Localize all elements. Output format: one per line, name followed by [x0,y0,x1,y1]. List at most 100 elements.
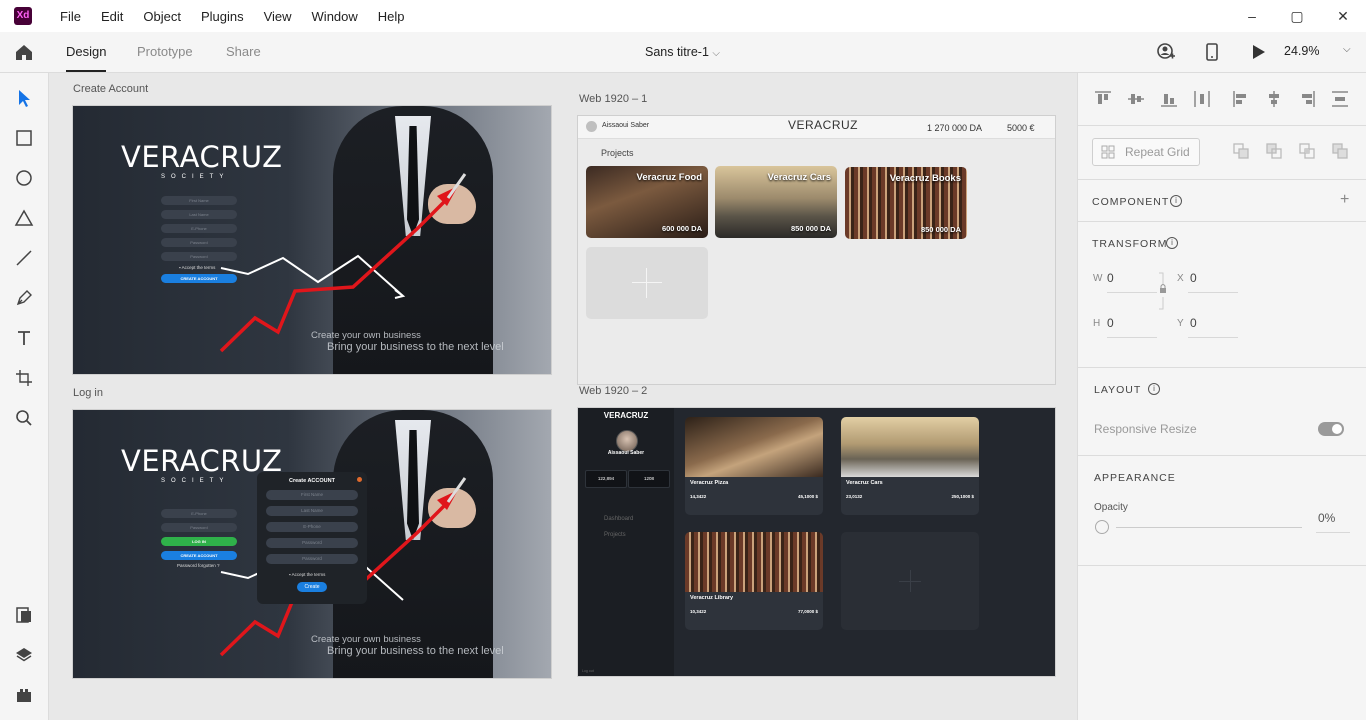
phone-field[interactable]: E-Phone [161,509,237,518]
modal-first-name-field[interactable]: First Name [266,490,358,500]
y-input[interactable]: 0 [1190,316,1197,330]
project-card-food[interactable]: Veracruz Food 600 000 DA [586,166,708,238]
align-left-icon[interactable] [1232,90,1250,108]
lock-aspect-icon[interactable] [1158,271,1168,311]
menu-file[interactable]: File [50,0,91,32]
menu-edit[interactable]: Edit [91,0,133,32]
first-name-field[interactable]: First Name [161,196,237,205]
opacity-slider-track[interactable] [1116,527,1302,528]
phone-field[interactable]: E-Phone [161,224,237,233]
info-icon[interactable]: i [1166,237,1178,249]
pen-icon[interactable] [14,288,34,308]
repeat-grid-button[interactable]: Repeat Grid [1092,138,1200,166]
modal-confirm-password-field[interactable]: Password [266,554,358,564]
accept-terms-checkbox[interactable]: ▪ Accept the terms [179,265,215,270]
artboard-label-web1[interactable]: Web 1920 – 1 [579,93,647,105]
distribute-vertical-icon[interactable] [1331,90,1349,108]
project-card-books[interactable]: Veracruz Books 850 000 DA [845,167,967,239]
artboard-create-account[interactable]: VERACRUZ SOCIETY First Name Last Name E-… [72,105,552,375]
align-right-icon[interactable] [1298,90,1316,108]
tagline-1: Create your own business [311,634,421,645]
device-preview-icon[interactable] [1202,42,1222,62]
dashboard-card-cars[interactable]: Veracruz Cars 23,0132 250,1000 $ [841,417,979,515]
logout-link[interactable]: Log out [582,669,594,673]
maximize-button[interactable]: ▢ [1274,0,1320,32]
document-title[interactable]: Sans titre-1 ⌵ [645,32,720,74]
boolean-intersect-icon[interactable] [1298,142,1316,160]
polygon-icon[interactable] [14,208,34,228]
zoom-icon[interactable] [14,408,34,428]
width-input[interactable]: 0 [1107,271,1114,285]
password-field[interactable]: Password [161,523,237,532]
create-account-button[interactable]: CREATE ACCOUNT [161,551,237,560]
opacity-slider-knob[interactable] [1095,520,1109,534]
menu-window[interactable]: Window [302,0,368,32]
modal-create-button[interactable]: Create [297,582,327,592]
artboard-label-web2[interactable]: Web 1920 – 2 [579,385,647,397]
artboard-log-in[interactable]: VERACRUZ SOCIETY E-Phone Password LOG IN… [72,409,552,679]
text-icon[interactable] [14,328,34,348]
tab-share[interactable]: Share [226,32,261,72]
align-middle-icon[interactable] [1127,90,1145,108]
forgot-password-link[interactable]: Password forgotten ? [177,563,220,568]
menu-view[interactable]: View [254,0,302,32]
dashboard-add-card[interactable] [841,532,979,630]
info-icon[interactable]: i [1148,383,1160,395]
align-bottom-icon[interactable] [1160,90,1178,108]
artboard-label-log-in[interactable]: Log in [73,387,103,399]
close-button[interactable]: ✕ [1320,0,1366,32]
line-icon[interactable] [14,248,34,268]
dashboard-card-library[interactable]: Veracruz Library 10,3422 77,0000 $ [685,532,823,630]
last-name-field[interactable]: Last Name [161,210,237,219]
menu-help[interactable]: Help [368,0,415,32]
dashboard-card-pizza[interactable]: Veracruz Pizza 14,3422 45,1000 $ [685,417,823,515]
boolean-exclude-icon[interactable] [1331,142,1349,160]
tab-prototype[interactable]: Prototype [137,32,193,72]
home-icon[interactable] [14,42,34,62]
canvas[interactable]: Create Account VERACRUZ SOCIETY First Na… [49,73,1077,720]
x-input[interactable]: 0 [1190,271,1197,285]
play-icon[interactable] [1248,42,1268,62]
project-card-cars[interactable]: Veracruz Cars 850 000 DA [715,166,837,238]
distribute-horizontal-icon[interactable] [1193,90,1211,108]
menu-object[interactable]: Object [133,0,191,32]
select-icon[interactable] [14,88,34,108]
create-account-button[interactable]: CREATE ACCOUNT [161,274,237,283]
login-button[interactable]: LOG IN [161,537,237,546]
modal-password-field[interactable]: Password [266,538,358,548]
artboard-web1[interactable]: Aissaoui Saber VERACRUZ 1 270 000 DA 500… [577,115,1056,385]
confirm-password-field[interactable]: Password [161,252,237,261]
card-name: Veracruz Library [690,595,734,601]
assets-icon[interactable] [14,605,34,625]
boolean-subtract-icon[interactable] [1265,142,1283,160]
zoom-chevron-icon[interactable]: ⌵ [1343,44,1351,55]
artboard-icon[interactable] [14,368,34,388]
align-section [1078,73,1366,126]
modal-phone-field[interactable]: E-Phone [266,522,358,532]
zoom-level[interactable]: 24.9% [1284,32,1319,70]
rectangle-icon[interactable] [14,128,34,148]
artboard-label-create-account[interactable]: Create Account [73,83,148,95]
tab-design[interactable]: Design [66,32,107,72]
info-icon[interactable]: i [1170,195,1182,207]
nav-projects[interactable]: Projects [604,532,626,538]
modal-last-name-field[interactable]: Last Name [266,506,358,516]
ellipse-icon[interactable] [14,168,34,188]
minimize-button[interactable]: – [1229,0,1275,32]
nav-dashboard[interactable]: Dashboard [604,516,633,522]
add-project-card[interactable] [586,247,708,319]
height-input[interactable]: 0 [1107,316,1114,330]
password-field[interactable]: Password [161,238,237,247]
plugins-icon[interactable] [14,685,34,705]
opacity-input[interactable]: 0% [1318,511,1335,525]
layers-icon[interactable] [14,645,34,665]
responsive-resize-toggle[interactable] [1318,422,1344,436]
boolean-add-icon[interactable] [1232,142,1250,160]
align-center-icon[interactable] [1265,90,1283,108]
invite-user-icon[interactable] [1156,42,1176,62]
align-top-icon[interactable] [1094,90,1112,108]
add-component-icon[interactable]: + [1340,191,1349,209]
menu-plugins[interactable]: Plugins [191,0,254,32]
artboard-web2[interactable]: VERACRUZ Aissaoui Saber 122,894 1208 Das… [577,407,1056,677]
modal-accept-terms-checkbox[interactable]: ▪ Accept the terms [289,572,325,577]
